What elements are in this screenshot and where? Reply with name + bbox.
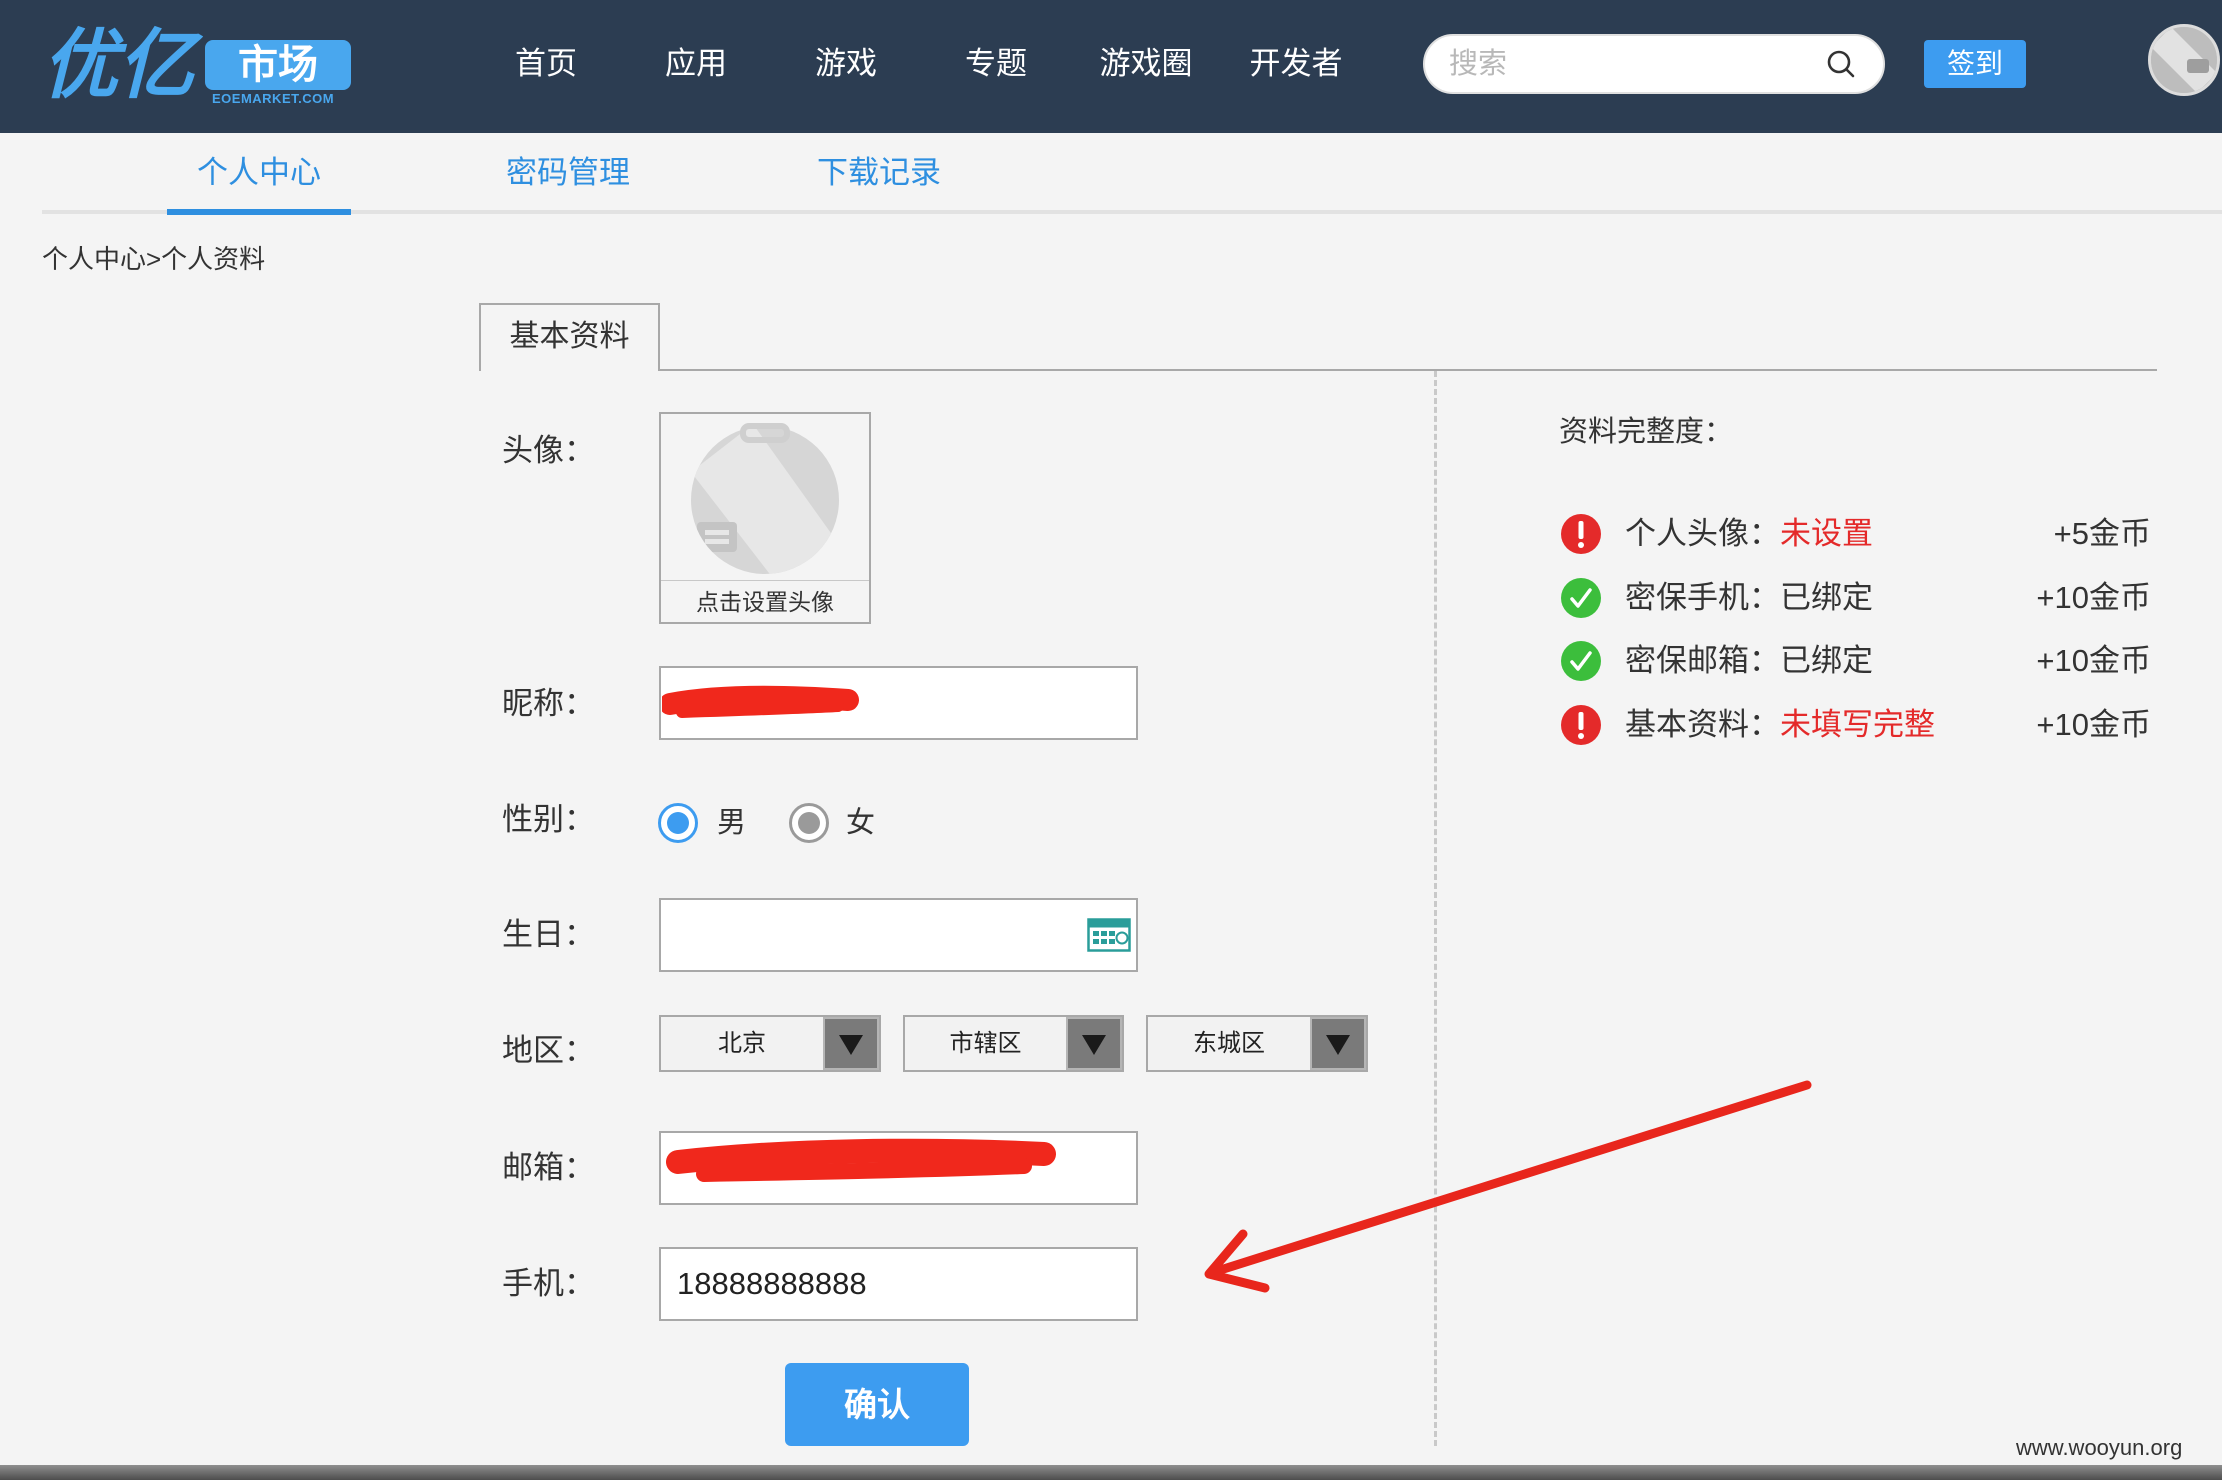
- city-select[interactable]: 市辖区: [903, 1015, 1124, 1072]
- completeness-item-label: 基本资料：: [1625, 707, 1780, 742]
- error-icon: [1561, 514, 1601, 554]
- completeness-item-reward: +10金币: [2036, 643, 2151, 678]
- district-select[interactable]: 东城区: [1146, 1015, 1368, 1072]
- gender-female-label[interactable]: 女: [846, 803, 875, 843]
- panel-divider: [1434, 371, 1437, 1446]
- province-select-value: 北京: [718, 1030, 766, 1057]
- tab-password-management[interactable]: 密码管理: [476, 148, 660, 210]
- nav-developers[interactable]: 开发者: [1221, 40, 1371, 88]
- confirm-button[interactable]: 确认: [785, 1363, 969, 1446]
- top-navbar: 优亿 市场 EOEMARKET.COM 首页 应用 游戏 专题 游戏圈 开发者 …: [0, 0, 2222, 133]
- completeness-item-status: 未填写完整: [1780, 707, 1935, 742]
- breadcrumb: 个人中心>个人资料: [42, 244, 266, 274]
- completeness-item-label: 个人头像：: [1625, 516, 1780, 551]
- completeness-item: 个人头像：未设置 +5金币: [1556, 512, 2151, 556]
- avatar-upload[interactable]: 点击设置头像: [659, 412, 871, 624]
- completeness-item-status: 已绑定: [1780, 643, 1873, 678]
- search-icon[interactable]: [1825, 48, 1857, 80]
- tab-basic-info[interactable]: 基本资料: [479, 303, 660, 371]
- chevron-down-icon[interactable]: [823, 1017, 879, 1070]
- birthday-field[interactable]: [659, 898, 1138, 972]
- logo-domain: EOEMARKET.COM: [212, 91, 335, 106]
- search-box: [1423, 34, 1885, 94]
- panel-tab-baseline: [658, 369, 2157, 371]
- nav-game-circle[interactable]: 游戏圈: [1071, 40, 1221, 88]
- tab-personal-center[interactable]: 个人中心: [167, 148, 351, 215]
- tab-divider: [42, 210, 2222, 214]
- gender-radio-female[interactable]: [789, 803, 829, 843]
- calendar-icon[interactable]: [1087, 918, 1131, 952]
- nav-home[interactable]: 首页: [471, 40, 621, 88]
- checkin-button[interactable]: 签到: [1924, 40, 2026, 88]
- redaction-mark: [662, 685, 859, 718]
- chevron-down-icon[interactable]: [1310, 1017, 1366, 1070]
- completeness-item: 密保邮箱：已绑定 +10金币: [1556, 639, 2151, 683]
- completeness-item-reward: +5金币: [2053, 516, 2151, 551]
- logo-text: 优亿: [42, 23, 194, 108]
- email-label: 邮箱：: [502, 1150, 595, 1185]
- completeness-item-reward: +10金币: [2036, 580, 2151, 615]
- birthday-label: 生日：: [502, 917, 595, 952]
- gender-male-label[interactable]: 男: [717, 803, 746, 843]
- default-avatar-icon: [691, 423, 839, 574]
- redaction-mark: [666, 1138, 1056, 1182]
- user-avatar-icon[interactable]: [2148, 24, 2220, 96]
- window-bottom-edge: [0, 1465, 2222, 1480]
- check-icon: [1561, 641, 1601, 681]
- chevron-down-icon[interactable]: [1066, 1017, 1122, 1070]
- avatar-label: 头像：: [502, 433, 595, 468]
- status-icon: [1560, 513, 1602, 555]
- nav-topics[interactable]: 专题: [921, 40, 1071, 88]
- avatar-upload-caption: 点击设置头像: [661, 580, 869, 622]
- nickname-label: 昵称：: [502, 686, 595, 721]
- completeness-item-reward: +10金币: [2036, 707, 2151, 742]
- status-icon: [1560, 577, 1602, 619]
- error-icon: [1561, 705, 1601, 745]
- logo-badge: 市场: [205, 40, 351, 90]
- completeness-item: 密保手机：已绑定 +10金币: [1556, 576, 2151, 620]
- completeness-item-label: 密保邮箱：: [1625, 643, 1780, 678]
- province-select[interactable]: 北京: [659, 1015, 881, 1072]
- check-icon: [1561, 578, 1601, 618]
- region-label: 地区：: [502, 1033, 595, 1068]
- phone-label: 手机：: [502, 1266, 595, 1301]
- site-logo[interactable]: 优亿 市场 EOEMARKET.COM: [42, 18, 362, 118]
- status-icon: [1560, 704, 1602, 746]
- district-select-value: 东城区: [1193, 1030, 1265, 1057]
- nav-games[interactable]: 游戏: [771, 40, 921, 88]
- gender-label: 性别：: [502, 802, 595, 837]
- nav-apps[interactable]: 应用: [621, 40, 771, 88]
- completeness-item-label: 密保手机：: [1625, 580, 1780, 615]
- phone-field[interactable]: [659, 1247, 1138, 1321]
- gender-radio-male[interactable]: [658, 803, 698, 843]
- watermark: www.wooyun.org: [2016, 1435, 2183, 1460]
- completeness-title: 资料完整度：: [1559, 416, 1734, 448]
- tab-download-history[interactable]: 下载记录: [787, 148, 971, 210]
- completeness-item-status: 未设置: [1780, 516, 1873, 551]
- status-icon: [1560, 640, 1602, 682]
- completeness-item: 基本资料：未填写完整 +10金币: [1556, 703, 2151, 747]
- city-select-value: 市辖区: [949, 1030, 1022, 1057]
- search-input[interactable]: [1447, 36, 1817, 92]
- main-nav: 首页 应用 游戏 专题 游戏圈 开发者: [471, 40, 1371, 88]
- completeness-item-status: 已绑定: [1780, 580, 1873, 615]
